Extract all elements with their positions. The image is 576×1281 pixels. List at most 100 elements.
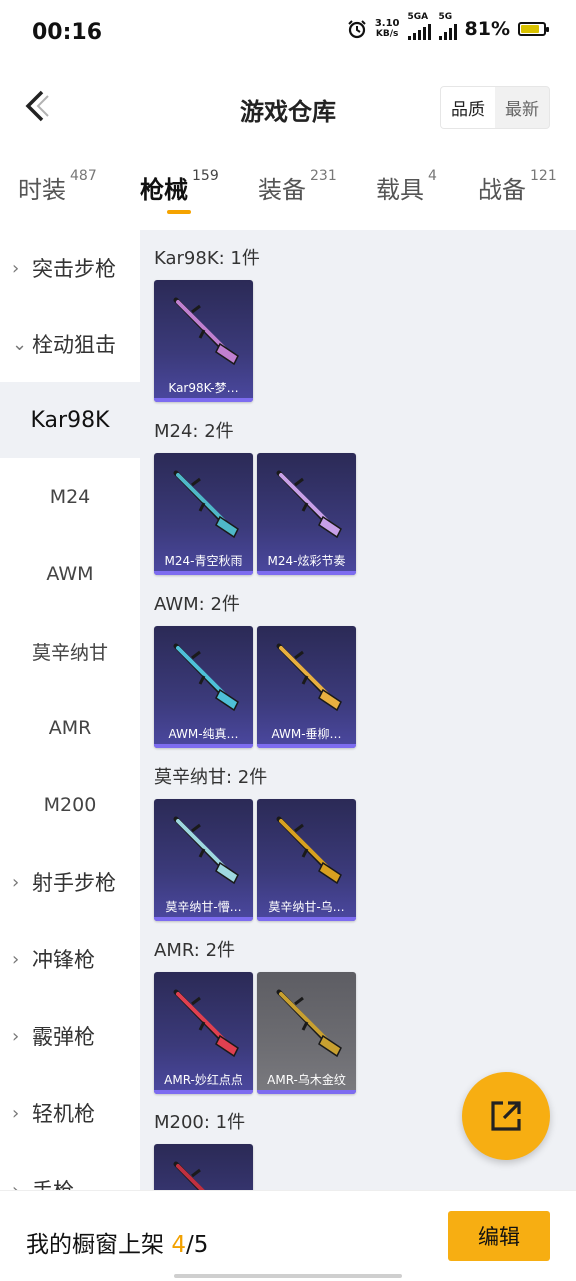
status-time: 00:16 — [32, 20, 103, 45]
sidebar-item-smg[interactable]: › 冲锋枪 — [0, 921, 140, 997]
network-label-2: 5G — [438, 12, 453, 22]
sidebar-item-label: M24 — [49, 486, 91, 508]
sort-option-latest[interactable]: 最新 — [495, 87, 549, 128]
sidebar-item-shotgun[interactable]: › 霰弹枪 — [0, 998, 140, 1074]
sidebar-item-assault-rifle[interactable]: › 突击步枪 — [0, 230, 140, 306]
weapon-category-sidebar: › 突击步枪 ⌄ 栓动狙击 Kar98K M24 AWM 莫辛纳甘 AMR M200… — [0, 230, 140, 1190]
tab-count: 4 — [428, 168, 437, 184]
sidebar-item-mosin[interactable]: 莫辛纳甘 — [0, 613, 140, 689]
sort-option-quality[interactable]: 品质 — [441, 87, 495, 128]
tab-label: 枪械 — [140, 176, 188, 204]
skin-card[interactable]: AMR-乌木金纹 — [257, 972, 356, 1094]
showcase-status: 我的橱窗上架 4/5 — [26, 1225, 208, 1259]
active-tab-indicator — [167, 210, 191, 214]
sidebar-item-label: 霰弹枪 — [32, 1025, 95, 1049]
sidebar-item-awm[interactable]: AWM — [0, 536, 140, 612]
signal-5g: 5G — [438, 12, 457, 40]
rifle-icon — [173, 297, 239, 366]
rifle-icon — [173, 989, 239, 1058]
chevron-right-icon: › — [12, 948, 20, 970]
sidebar-item-kar98k[interactable]: Kar98K — [0, 382, 140, 458]
showcase-label: 我的橱窗上架 — [26, 1232, 172, 1258]
chevron-down-icon: ⌄ — [12, 333, 28, 355]
share-icon — [491, 1101, 521, 1131]
rifle-icon — [173, 816, 239, 885]
sidebar-item-m200[interactable]: M200 — [0, 767, 140, 843]
tab-vehicles[interactable]: 载具 4 — [376, 168, 437, 205]
skin-card[interactable]: 莫辛纳甘-乌… — [257, 799, 356, 921]
rifle-icon — [173, 643, 239, 712]
sidebar-item-bolt-sniper[interactable]: ⌄ 栓动狙击 — [0, 306, 140, 382]
tab-equipment[interactable]: 装备 231 — [258, 168, 337, 205]
sidebar-item-label: AWM — [46, 563, 94, 585]
signal-5ga: 5GA — [407, 12, 431, 40]
tab-label: 载具 — [376, 176, 424, 204]
skin-card-label: M24-炫彩节奏 — [267, 554, 346, 568]
card-bar — [257, 571, 356, 575]
edit-button[interactable]: 编辑 — [448, 1211, 550, 1261]
signal-bars-icon — [438, 24, 457, 40]
skin-card[interactable]: AWM-垂柳… — [257, 626, 356, 748]
sidebar-item-marksman-rifle[interactable]: › 射手步枪 — [0, 844, 140, 920]
card-bar — [154, 917, 253, 921]
card-bar — [154, 398, 253, 402]
skin-card[interactable]: M24-炫彩节奏 — [257, 453, 356, 575]
skin-card-label: Kar98K-梦… — [168, 381, 239, 395]
share-button[interactable] — [462, 1072, 550, 1160]
rifle-icon — [276, 989, 342, 1058]
sidebar-item-label: 莫辛纳甘 — [31, 641, 108, 664]
skin-card[interactable]: M24-青空秋雨 — [154, 453, 253, 575]
chevron-right-icon: › — [12, 871, 20, 893]
card-bar — [257, 744, 356, 748]
skin-list: Kar98K: 1件 Kar98K-梦… M24: 2件 M24-青空秋雨 M2… — [140, 230, 576, 1190]
skin-card-label: AMR-妙红点点 — [164, 1073, 243, 1087]
skin-card[interactable] — [154, 1144, 253, 1190]
tab-fashion[interactable]: 时装 487 — [18, 168, 97, 205]
section-title-awm: AWM: 2件 — [154, 594, 240, 615]
sidebar-item-pistol[interactable]: › 手枪 — [0, 1152, 140, 1190]
net-speed-unit: KB/s — [375, 29, 399, 39]
showcase-count: 4 — [171, 1232, 186, 1258]
tab-combat-gear[interactable]: 战备 121 — [478, 168, 557, 205]
tab-firearms[interactable]: 枪械 159 — [140, 168, 219, 205]
skin-card[interactable]: AWM-纯真… — [154, 626, 253, 748]
status-bar: 00:16 3.10 KB/s 5GA 5G 81% — [0, 0, 576, 64]
alarm-icon — [348, 20, 366, 39]
skin-card-label: M24-青空秋雨 — [164, 554, 243, 568]
showcase-total: /5 — [185, 1232, 209, 1258]
network-label-1: 5GA — [407, 12, 429, 22]
sidebar-item-m24[interactable]: M24 — [0, 459, 140, 535]
category-tabs: 时装 487 枪械 159 装备 231 载具 4 战备 121 — [0, 150, 576, 230]
rifle-icon — [276, 816, 342, 885]
section-title-m24: M24: 2件 — [154, 421, 234, 442]
chevron-right-icon: › — [12, 257, 20, 279]
section-title-kar98k: Kar98K: 1件 — [154, 248, 260, 269]
home-indicator[interactable] — [174, 1274, 402, 1278]
skin-card-label: AMR-乌木金纹 — [267, 1073, 346, 1087]
tab-count: 487 — [70, 168, 97, 184]
tab-count: 231 — [310, 168, 337, 184]
sidebar-item-lmg[interactable]: › 轻机枪 — [0, 1075, 140, 1151]
section-title-m200: M200: 1件 — [154, 1112, 246, 1133]
signal-bars-icon — [407, 24, 431, 40]
card-bar — [154, 571, 253, 575]
tab-count: 121 — [530, 168, 557, 184]
net-speed: 3.10 KB/s — [375, 19, 400, 40]
skin-card[interactable]: AMR-妙红点点 — [154, 972, 253, 1094]
sidebar-item-label: 栓动狙击 — [32, 333, 116, 357]
sidebar-item-amr[interactable]: AMR — [0, 690, 140, 766]
page-header: 游戏仓库 品质 最新 — [0, 64, 576, 150]
sidebar-item-label: AMR — [48, 717, 92, 739]
sidebar-item-label: 突击步枪 — [32, 257, 116, 281]
sidebar-item-label: 轻机枪 — [32, 1102, 95, 1126]
sidebar-item-label: Kar98K — [30, 407, 110, 433]
section-title-mosin: 莫辛纳甘: 2件 — [154, 767, 268, 788]
chevron-right-icon: › — [12, 1025, 20, 1047]
skin-card[interactable]: 莫辛纳甘-懵… — [154, 799, 253, 921]
status-icons: 3.10 KB/s 5GA 5G 81% — [347, 12, 549, 40]
skin-card[interactable]: Kar98K-梦… — [154, 280, 253, 402]
tab-label: 时装 — [18, 176, 66, 204]
sort-toggle: 品质 最新 — [440, 86, 550, 129]
showcase-footer: 我的橱窗上架 4/5 编辑 — [0, 1190, 576, 1281]
card-bar — [154, 744, 253, 748]
